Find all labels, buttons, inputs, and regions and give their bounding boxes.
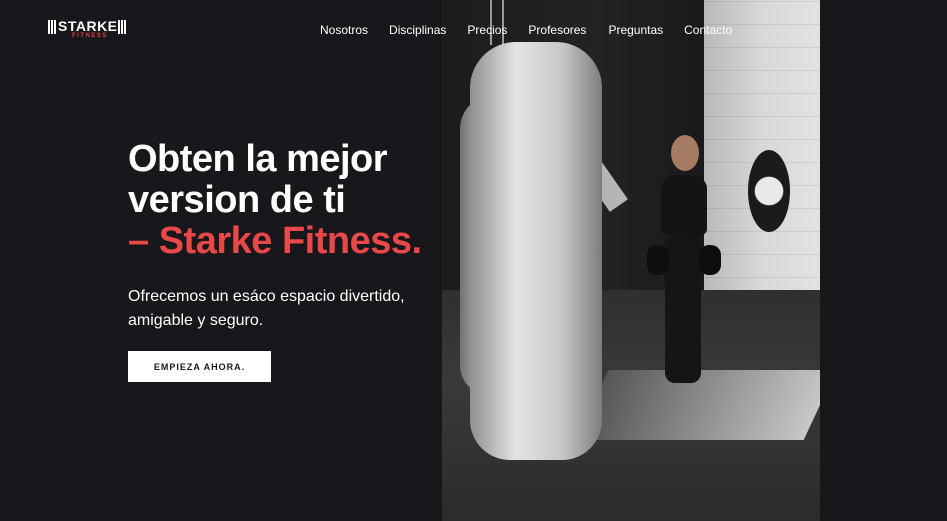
brand-name: STARKE	[58, 18, 118, 34]
nav-item-profesores[interactable]: Profesores	[528, 22, 586, 38]
photo-boxer-head	[671, 135, 699, 171]
hero-title: Obten la mejor version de ti – Starke Fi…	[128, 139, 468, 262]
nav-item-nosotros[interactable]: Nosotros	[320, 22, 368, 38]
nav-item-preguntas[interactable]: Preguntas	[608, 22, 663, 38]
main-nav: Nosotros Disciplinas Precios Profesores …	[320, 22, 732, 38]
brand-tagline: FITNESS	[72, 33, 108, 39]
photo-boxer-torso	[661, 175, 707, 235]
nav-item-precios[interactable]: Precios	[467, 22, 507, 38]
start-now-button[interactable]: EMPIEZA AHORA.	[128, 351, 271, 382]
photo-speed-bag	[748, 150, 790, 232]
brand-logo[interactable]: STARKE FITNESS	[48, 17, 128, 41]
barbell-icon	[118, 20, 127, 34]
nav-item-disciplinas[interactable]: Disciplinas	[389, 22, 446, 38]
hero-title-accent: – Starke Fitness.	[128, 220, 422, 262]
photo-boxing-glove	[647, 245, 669, 275]
photo-light-wall	[704, 0, 820, 300]
nav-item-contacto[interactable]: Contacto	[684, 22, 732, 38]
hero-title-line-2: version de ti	[128, 179, 346, 221]
photo-boxer-legs	[665, 233, 701, 383]
photo-punching-bag	[470, 42, 602, 460]
hero-description: Ofrecemos un esáco espacio divertido, am…	[128, 288, 405, 329]
barbell-icon	[48, 20, 57, 34]
hero-image	[442, 0, 820, 521]
photo-boxing-glove	[699, 245, 721, 275]
hero-title-line-1: Obten la mejor	[128, 138, 388, 180]
photo-boxer	[647, 135, 721, 405]
